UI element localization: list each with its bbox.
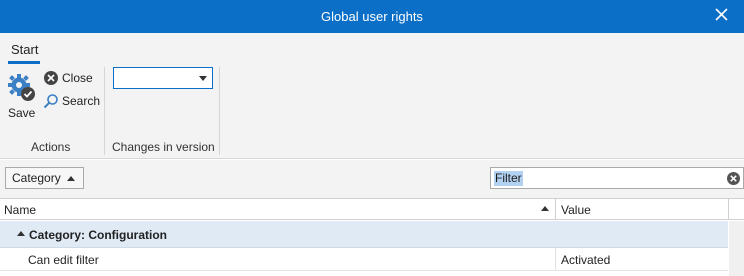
cell-name: Can edit filter [28, 253, 99, 267]
close-circle-icon [43, 70, 59, 86]
save-button[interactable]: Save [5, 71, 37, 121]
close-label: Close [62, 71, 93, 85]
ribbon-separator [104, 67, 105, 155]
vertical-scrollbar[interactable] [729, 221, 744, 276]
ribbon-separator [219, 67, 220, 155]
filter-input[interactable]: Filter [494, 171, 523, 186]
sort-ascending-icon[interactable] [541, 206, 549, 211]
column-header-name[interactable]: Name [4, 203, 36, 217]
table-row[interactable]: Can edit filter Activated [0, 248, 728, 271]
close-icon[interactable] [714, 6, 730, 24]
save-label: Save [8, 106, 36, 120]
search-icon [43, 93, 59, 109]
rights-grid: Name Value Category: Configuration Can e… [0, 198, 744, 276]
chevron-down-icon [199, 76, 207, 81]
ribbon: Start Save Close Search Actions Changes … [0, 33, 744, 159]
search-label: Search [62, 94, 101, 108]
clear-filter-icon[interactable] [726, 171, 741, 186]
save-gear-icon [7, 73, 37, 103]
column-divider [555, 248, 556, 271]
group-label-changes: Changes in version [112, 140, 215, 154]
sort-up-icon [66, 175, 75, 181]
column-divider[interactable] [728, 199, 729, 220]
collapse-triangle-icon[interactable] [17, 231, 25, 236]
window-title: Global user rights [321, 9, 423, 24]
cell-value: Activated [561, 253, 611, 267]
group-label-actions: Actions [31, 140, 71, 154]
column-header-value[interactable]: Value [561, 203, 591, 217]
filter-field[interactable]: Filter [490, 167, 744, 189]
grid-toolbar: Category Filter [0, 160, 744, 198]
group-row-label: Category: Configuration [29, 228, 167, 242]
category-sort-button[interactable]: Category [5, 167, 84, 189]
category-label: Category [12, 171, 61, 185]
close-button[interactable]: Close [43, 69, 93, 87]
grid-header: Name Value [0, 198, 744, 220]
group-row[interactable]: Category: Configuration [0, 221, 728, 248]
version-dropdown[interactable] [113, 67, 213, 89]
window-titlebar: Global user rights [0, 0, 744, 33]
tab-start-indicator [8, 61, 40, 64]
search-button[interactable]: Search [43, 92, 100, 110]
column-divider[interactable] [555, 199, 556, 220]
tab-start[interactable]: Start [11, 42, 38, 57]
